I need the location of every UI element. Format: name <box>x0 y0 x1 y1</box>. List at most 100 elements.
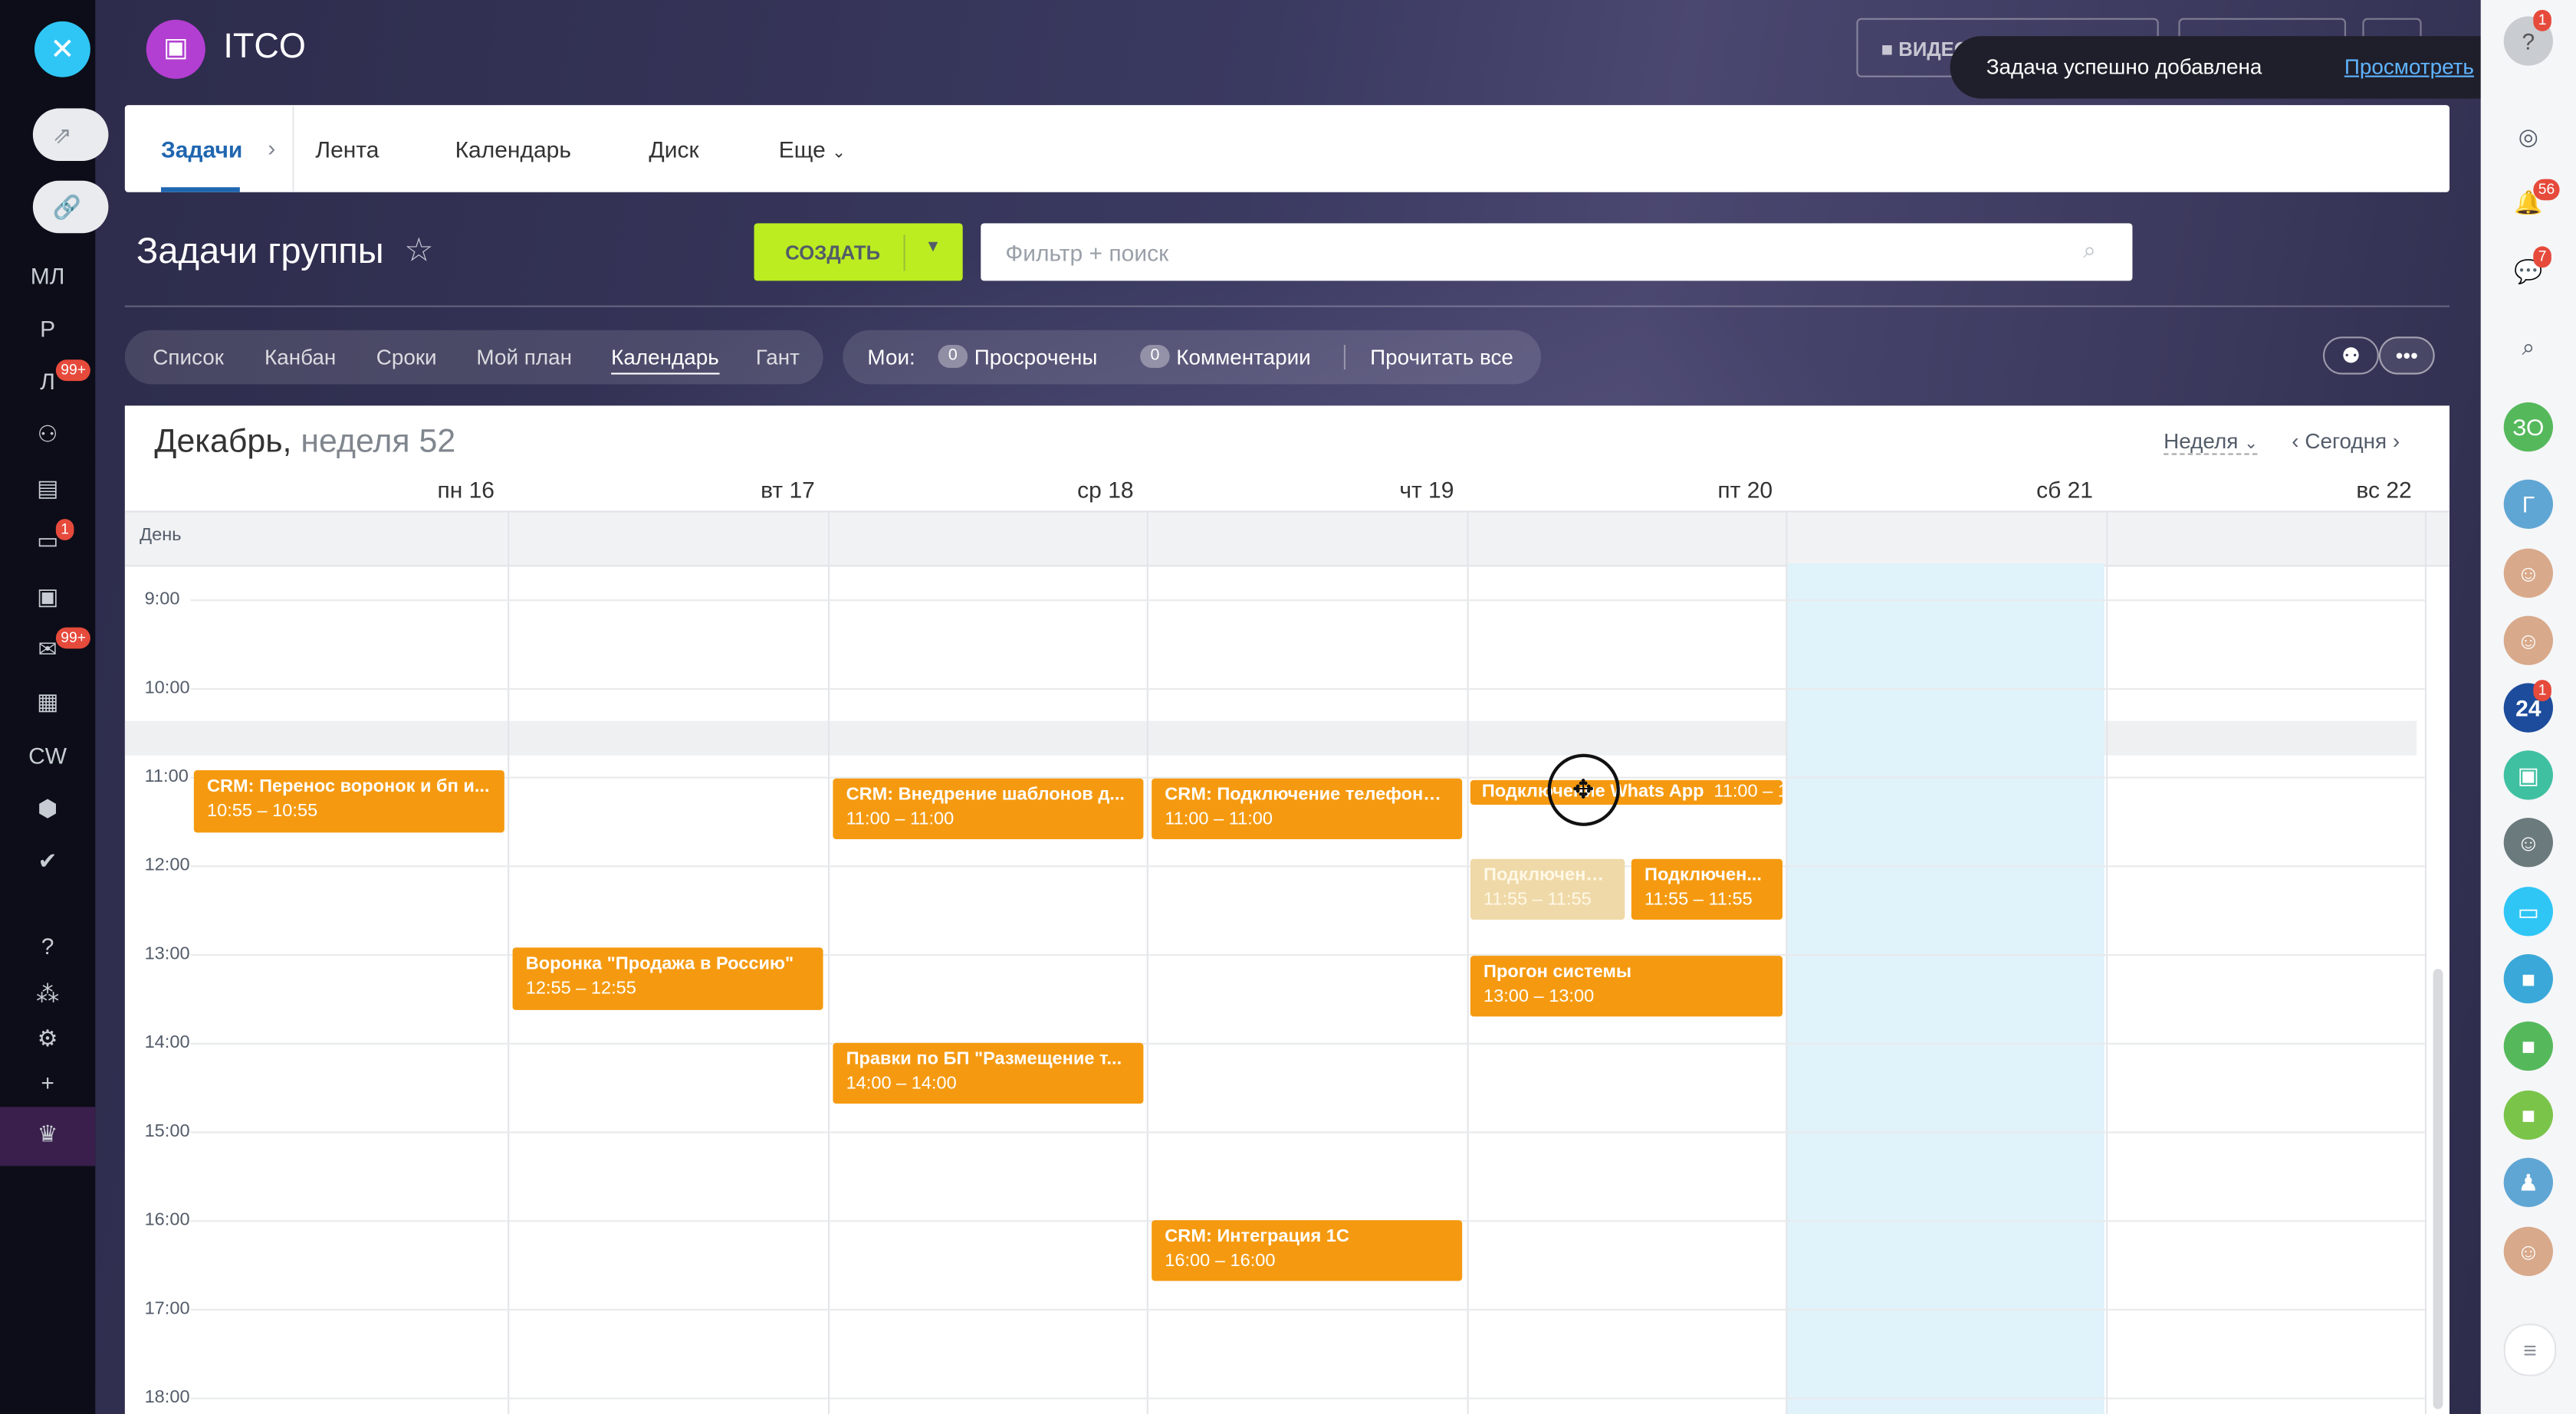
user-icon[interactable]: ♟ <box>2503 1157 2553 1207</box>
search-icon[interactable]: ⌕ <box>2083 237 2096 264</box>
search-input[interactable] <box>981 223 2133 281</box>
right-sidebar: ? 1 ◎ 🔔 56 💬 7 ⌕ ЗО Г ☺ ☺ 24 1 ▣ ☺ ▭ ■ ■… <box>2480 0 2576 1414</box>
crown-icon[interactable]: ♛ <box>0 1120 95 1147</box>
tab-disk[interactable]: Диск <box>649 136 698 162</box>
read-all-link[interactable]: Прочитать все <box>1370 345 1513 369</box>
check-circle-icon[interactable]: ✔ <box>0 848 95 875</box>
menu-icon[interactable]: ≡ <box>2503 1324 2557 1376</box>
today-button[interactable]: Сегодня <box>2305 428 2387 453</box>
calendar-event[interactable]: Подключен... 11:55 – 11:55 <box>1631 858 1783 920</box>
next-week-icon[interactable]: › <box>2393 428 2400 453</box>
contact-card-icon[interactable]: ▣ <box>0 583 95 611</box>
messages-badge: 7 <box>2533 246 2551 268</box>
shield-icon[interactable]: ⬢ <box>0 795 95 822</box>
prev-week-icon[interactable]: ‹ <box>2292 428 2298 453</box>
comments-filter[interactable]: Комментарии <box>1176 345 1310 369</box>
star-icon[interactable]: ☆ <box>404 230 433 271</box>
day-header[interactable]: чт 19 <box>1208 476 1454 502</box>
tab-calendar[interactable]: Календарь <box>455 136 571 162</box>
sidebar-item-r[interactable]: Р <box>0 315 95 341</box>
event-time: 16:00 – 16:00 <box>1165 1251 1276 1271</box>
video-icon[interactable]: ■ <box>2503 1090 2553 1140</box>
user-avatar[interactable]: ☺ <box>2503 818 2553 868</box>
page-title: Задачи группы <box>136 230 384 271</box>
day-header[interactable]: вс 22 <box>2165 476 2411 502</box>
share-icon[interactable]: ⚇ <box>0 421 95 448</box>
chevron-right-icon[interactable]: › <box>268 135 275 161</box>
day-divider <box>828 510 830 1414</box>
calendar-event[interactable]: CRM: Подключение телефони... 11:00 – 11:0… <box>1152 778 1463 839</box>
hour-label: 15:00 <box>144 1121 190 1142</box>
calendar-event[interactable]: Воронка "Продажа в Россию" 12:55 – 12:55 <box>512 947 823 1010</box>
avatar[interactable]: Г <box>2503 479 2553 529</box>
view-calendar[interactable]: Календарь <box>611 345 719 375</box>
chat-bubble-icon[interactable]: ▭ <box>2503 887 2553 937</box>
hour-label: 16:00 <box>144 1210 190 1230</box>
gear-icon[interactable]: ⚙ <box>0 1025 95 1052</box>
list-icon[interactable]: ▤ <box>0 474 95 502</box>
calendar-scrollbar[interactable] <box>2433 969 2443 1409</box>
overdue-filter[interactable]: Просрочены <box>974 345 1098 369</box>
event-title: Подключени... <box>1483 865 1612 885</box>
event-title: Подключен... <box>1644 865 1762 885</box>
calendar-event[interactable]: CRM: Интеграция 1С 16:00 – 16:00 <box>1152 1220 1463 1281</box>
link-icon[interactable]: 🔗 <box>32 180 109 234</box>
avatar[interactable]: ЗО <box>2503 402 2553 452</box>
day-header[interactable]: ср 18 <box>887 476 1133 502</box>
view-gantt[interactable]: Гант <box>756 345 800 369</box>
hour-line <box>190 1042 2425 1045</box>
all-day-row[interactable]: День <box>124 510 2450 567</box>
video-icon[interactable]: ■ <box>2503 1021 2553 1071</box>
day-header[interactable]: пт 20 <box>1526 476 1773 502</box>
contact-card-icon[interactable]: ▣ <box>2503 750 2553 800</box>
view-select[interactable]: Неделя ⌄ <box>2164 428 2259 455</box>
day-header[interactable]: вт 17 <box>568 476 815 502</box>
caret-down-icon[interactable]: ▼ <box>925 238 941 257</box>
today-column <box>1786 563 2104 1414</box>
calendar-event[interactable]: Подключение Whats App 11:00 – 1 <box>1470 779 1783 805</box>
help-icon[interactable]: ? <box>0 933 95 959</box>
calendar-event[interactable]: CRM: Перенос воронок и бп и... 10:55 – 10… <box>193 769 504 833</box>
copilot-icon[interactable]: ◎ <box>2504 112 2553 161</box>
day-header[interactable]: пн 16 <box>248 476 495 502</box>
b24-badge: 1 <box>2533 680 2551 701</box>
view-list[interactable]: Список <box>153 345 224 369</box>
event-title: CRM: Перенос воронок и бп и... <box>207 776 490 797</box>
sitemap-icon[interactable]: ⁂ <box>0 980 95 1008</box>
create-button[interactable]: СОЗДАТЬ ▼ <box>754 223 963 281</box>
event-time: 12:55 – 12:55 <box>525 979 636 999</box>
calendar-grid[interactable]: 9:00 10:00 11:00 12:00 13:00 14:00 15:00 16:00 1… <box>124 510 2426 1414</box>
group-avatar[interactable]: ☺ <box>2503 615 2553 665</box>
tab-feed[interactable]: Лента <box>315 136 379 162</box>
event-title: Правки по БП "Размещение т... <box>846 1049 1122 1069</box>
calendar-event[interactable]: CRM: Внедрение шаблонов д... 11:00 – 11:0… <box>833 778 1144 839</box>
overdue-count: 0 <box>938 345 968 368</box>
chat-icon[interactable]: ▭ <box>0 527 95 555</box>
more-options-icon[interactable]: ••• <box>2378 336 2435 375</box>
close-icon[interactable]: ✕ <box>34 21 90 77</box>
group-avatar[interactable]: ☺ <box>2503 548 2553 598</box>
tab-tasks[interactable]: Задачи <box>161 136 242 162</box>
view-deadlines[interactable]: Сроки <box>376 345 437 369</box>
group-avatar[interactable]: ☺ <box>2503 1226 2553 1276</box>
day-divider <box>508 510 510 1414</box>
view-my-plan[interactable]: Мой план <box>476 345 572 369</box>
event-time: 11:55 – 11:55 <box>1644 890 1753 910</box>
calendar-event[interactable]: Подключени... 11:55 – 11:55 <box>1470 858 1625 920</box>
search-icon[interactable]: ⌕ <box>2504 322 2553 371</box>
group-name[interactable]: ITCO <box>223 28 306 67</box>
open-in-new-icon[interactable]: ⇗ <box>32 108 109 161</box>
day-header[interactable]: сб 21 <box>1847 476 2093 502</box>
calendar-icon[interactable]: ▦ <box>0 688 95 716</box>
video-icon[interactable]: ■ <box>2503 954 2553 1004</box>
sidebar-item-ml[interactable]: МЛ <box>0 263 95 289</box>
plus-icon[interactable]: + <box>0 1069 95 1095</box>
calendar-event[interactable]: Правки по БП "Размещение т... 14:00 – 14:… <box>833 1042 1144 1104</box>
sidebar-item-cw[interactable]: CW <box>0 743 95 769</box>
view-kanban[interactable]: Канбан <box>264 345 336 369</box>
robot-icon[interactable]: ⚉ <box>2323 336 2379 375</box>
sidebar-badge-l: 99+ <box>55 359 91 382</box>
toast-view-link[interactable]: Просмотреть <box>2344 54 2474 79</box>
tab-more[interactable]: Еще ⌄ <box>779 136 846 162</box>
calendar-event[interactable]: Прогон системы 13:00 – 13:00 <box>1470 956 1783 1017</box>
